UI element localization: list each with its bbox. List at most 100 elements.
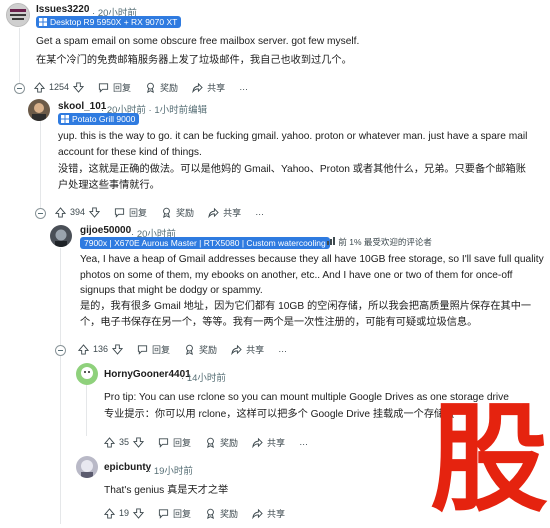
downvote-icon[interactable] — [133, 436, 145, 448]
comment-body-en: Yea, I have a heap of Gmail addresses be… — [80, 254, 544, 296]
award-button[interactable]: 奖励 — [205, 436, 238, 449]
collapse-thread-button[interactable] — [55, 345, 66, 356]
comment-bubble-icon — [158, 508, 169, 519]
reply-button[interactable]: 回复 — [158, 507, 191, 520]
reply-button[interactable]: 回复 — [137, 343, 170, 356]
reply-button[interactable]: 回复 — [158, 436, 191, 449]
upvote-icon[interactable] — [55, 206, 66, 218]
comment-body-zh: 在某个冷门的免费邮箱服务器上发了垃圾邮件，我自己也收到过几个。 — [36, 55, 352, 66]
comment-actions: 136 回复 奖励 共享 … — [78, 341, 301, 357]
thread-line — [40, 120, 41, 210]
avatar[interactable] — [76, 456, 98, 478]
comment-actions: 1254 回复 奖励 共享 … — [34, 79, 262, 95]
share-button[interactable]: 共享 — [192, 81, 225, 94]
upvote-icon[interactable] — [34, 81, 45, 93]
share-icon — [252, 437, 263, 448]
thread-line — [60, 248, 61, 524]
reply-button[interactable]: 回复 — [98, 81, 131, 94]
share-icon — [231, 344, 242, 355]
avatar[interactable] — [50, 225, 72, 247]
share-button[interactable]: 共享 — [252, 436, 285, 449]
vote-group: 1254 — [34, 81, 85, 93]
award-button[interactable]: 奖励 — [145, 81, 178, 94]
comment-actions: 35 回复 奖励 共享 … — [104, 434, 322, 450]
user-flair: Potato Grill 9000 — [58, 113, 140, 125]
top-commenter-badge: 前 1% 最受欢迎的评论者 — [326, 236, 432, 248]
user-flair: Desktop R9 5950X + RX 9070 XT — [36, 16, 182, 28]
vote-score: 19 — [119, 508, 130, 518]
share-button[interactable]: 共享 — [231, 343, 264, 356]
vote-group: 136 — [78, 343, 124, 355]
share-icon — [252, 508, 263, 519]
upvote-icon[interactable] — [104, 436, 115, 448]
award-icon — [207, 437, 214, 448]
downvote-icon[interactable] — [89, 206, 101, 218]
downvote-icon[interactable] — [73, 81, 85, 93]
vote-group: 35 — [104, 436, 145, 448]
thread-line — [19, 28, 20, 88]
comment-actions: 19 回复 奖励 共享 — [104, 505, 299, 521]
vote-score: 394 — [70, 207, 86, 217]
more-options-button[interactable]: … — [278, 344, 287, 354]
downvote-icon[interactable] — [112, 343, 124, 355]
more-options-button[interactable]: … — [299, 437, 308, 447]
award-button[interactable]: 奖励 — [205, 507, 238, 520]
award-icon — [186, 344, 193, 355]
comment-author[interactable]: skool_101 — [58, 101, 106, 112]
share-button[interactable]: 共享 — [208, 206, 241, 219]
avatar-image-icon — [28, 99, 50, 121]
comment-body-en: Get a spam email on some obscure free ma… — [36, 36, 360, 47]
vote-score: 1254 — [49, 82, 70, 92]
share-icon — [192, 82, 203, 93]
comment-author[interactable]: epicbunty — [104, 462, 151, 473]
avatar-image-icon — [50, 225, 72, 247]
avatar-image-icon — [76, 363, 98, 385]
windows-icon — [61, 115, 69, 123]
avatar[interactable] — [6, 3, 30, 27]
bar-chart-icon — [327, 237, 335, 245]
watermark-character: 股 — [430, 390, 549, 528]
windows-icon — [39, 18, 47, 26]
downvote-icon[interactable] — [133, 507, 145, 519]
comment-body-zh: 没错，这就是正确的做法。可以是他妈的 Gmail、Yahoo、Proton 或者… — [58, 164, 526, 191]
more-options-button[interactable]: … — [255, 207, 264, 217]
vote-score: 35 — [119, 437, 130, 447]
comment-body-zh: 是的，我有很多 Gmail 地址，因为它们都有 10GB 的空闲存储，所以我会把… — [80, 301, 532, 328]
comment-author[interactable]: gijoe50000 — [80, 225, 131, 236]
comment-body-zh: 专业提示：你可以用 rclone，这样可以把多个 Google Drive 挂载… — [104, 409, 455, 420]
comment-bubble-icon — [158, 437, 169, 448]
collapse-thread-button[interactable] — [14, 83, 25, 94]
share-button[interactable]: 共享 — [252, 507, 285, 520]
thread-line — [86, 380, 87, 436]
comment-author[interactable]: HornyGooner4401 — [104, 369, 191, 380]
edited-label: 1小时前编辑 — [154, 105, 208, 116]
more-options-button[interactable]: … — [239, 82, 248, 92]
comment-body: That's genius 真是天才之举 — [104, 485, 229, 496]
reply-button[interactable]: 回复 — [114, 206, 147, 219]
avatar-image-icon — [7, 4, 29, 26]
user-flair: 7900x | X670E Aurous Master | RTX5080 | … — [80, 237, 330, 249]
vote-group: 19 — [104, 507, 145, 519]
comment-bubble-icon — [98, 82, 109, 93]
award-button[interactable]: 奖励 — [184, 343, 217, 356]
comment-bubble-icon — [137, 344, 148, 355]
comment-time: · 19小时前 — [148, 466, 193, 477]
award-icon — [163, 207, 170, 218]
vote-score: 136 — [93, 344, 109, 354]
upvote-icon[interactable] — [78, 343, 89, 355]
award-button[interactable]: 奖励 — [161, 206, 194, 219]
comment-author[interactable]: Issues3220 — [36, 4, 89, 15]
avatar[interactable] — [28, 99, 50, 121]
award-icon — [207, 508, 214, 519]
award-icon — [147, 82, 154, 93]
upvote-icon[interactable] — [104, 507, 115, 519]
comment-time: · 14小时前 — [181, 373, 226, 384]
comment-bubble-icon — [114, 207, 125, 218]
collapse-thread-button[interactable] — [35, 208, 46, 219]
vote-group: 394 — [55, 206, 101, 218]
comment-actions: 394 回复 奖励 共享 … — [55, 204, 278, 220]
share-icon — [208, 207, 219, 218]
avatar[interactable] — [76, 363, 98, 385]
avatar-image-icon — [76, 456, 98, 478]
comment-body-en: yup. this is the way to go. it can be fu… — [58, 131, 528, 158]
